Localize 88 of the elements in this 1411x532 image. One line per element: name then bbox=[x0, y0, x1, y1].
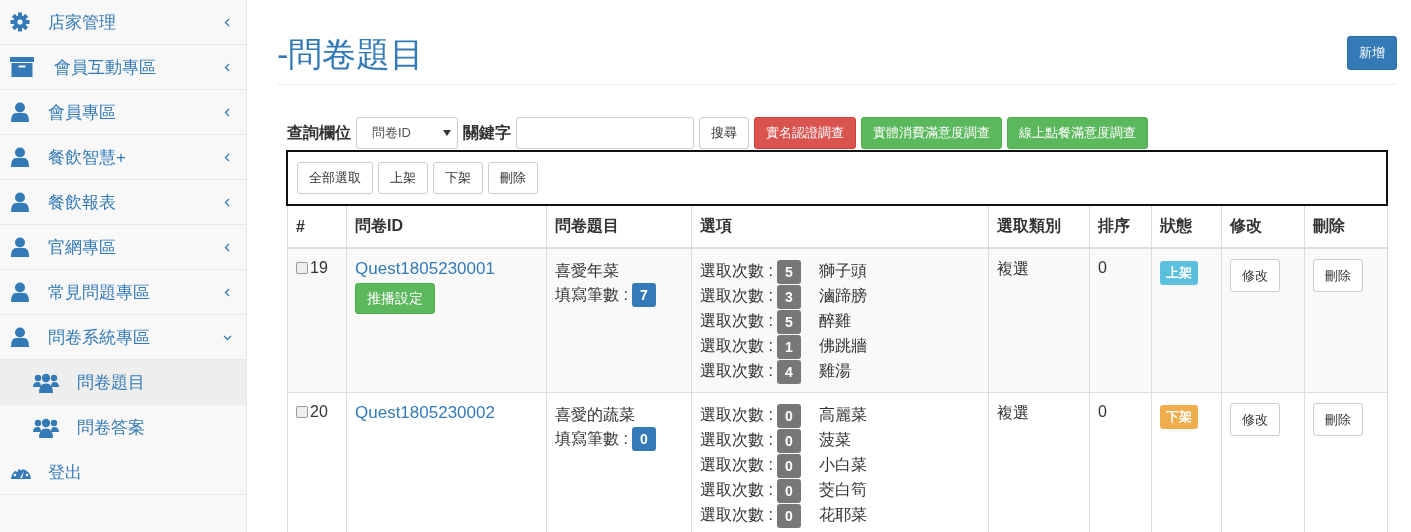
nav-item[interactable]: 官網專區 bbox=[0, 225, 246, 270]
option-count-badge: 3 bbox=[776, 284, 801, 309]
gear-icon bbox=[10, 12, 30, 32]
sort-order: 0 bbox=[1098, 403, 1107, 420]
toolbar-button[interactable]: 上架 bbox=[378, 162, 428, 194]
option-count-label: 選取次數 : bbox=[700, 455, 773, 475]
count-badge: 7 bbox=[631, 283, 656, 307]
count-label: 填寫筆數 : bbox=[555, 428, 628, 449]
row-checkbox[interactable] bbox=[296, 406, 308, 418]
option-count-label: 選取次數 : bbox=[700, 336, 773, 356]
dropdown-icon bbox=[443, 130, 451, 136]
survey-button[interactable]: 線上點餐滿意度調查 bbox=[1007, 117, 1148, 149]
option-name: 菠菜 bbox=[818, 430, 851, 450]
toolbar-button[interactable]: 下架 bbox=[433, 162, 483, 194]
option-name: 醉雞 bbox=[818, 311, 851, 331]
option-count-label: 選取次數 : bbox=[700, 405, 773, 425]
user-icon bbox=[10, 102, 30, 122]
option-name: 高麗菜 bbox=[818, 405, 867, 425]
row-number: 19 bbox=[310, 259, 328, 277]
count-label: 填寫筆數 : bbox=[555, 284, 628, 305]
nav-item[interactable]: 登出 bbox=[0, 450, 246, 495]
field-label: 查詢欄位 bbox=[287, 122, 351, 143]
user-icon bbox=[10, 282, 30, 302]
nav-item[interactable]: 常見問題專區 bbox=[0, 270, 246, 315]
nav-item[interactable]: 店家管理 bbox=[0, 0, 246, 45]
row-number: 20 bbox=[310, 403, 328, 421]
option-count-label: 選取次數 : bbox=[700, 505, 773, 525]
option-count-badge: 0 bbox=[776, 403, 801, 428]
nav-subitem[interactable]: 問卷題目 bbox=[0, 360, 246, 405]
search-button[interactable]: 搜尋 bbox=[699, 117, 749, 149]
option-count-label: 選取次數 : bbox=[700, 261, 773, 281]
row-checkbox[interactable] bbox=[296, 262, 308, 274]
survey-title: 喜愛的蔬菜 bbox=[555, 405, 636, 425]
nav-item[interactable]: 會員互動專區 bbox=[0, 45, 246, 90]
option-name: 雞湯 bbox=[818, 361, 851, 381]
survey-title: 喜愛年菜 bbox=[555, 261, 620, 281]
option-count-badge: 5 bbox=[776, 309, 801, 334]
add-button[interactable]: 新增 bbox=[1347, 36, 1397, 70]
survey-button[interactable]: 實名認證調查 bbox=[754, 117, 856, 149]
nav-subitem[interactable]: 問卷答案 bbox=[0, 405, 246, 450]
user-icon bbox=[10, 237, 30, 257]
toolbar-button[interactable]: 全部選取 bbox=[297, 162, 373, 194]
selection-type: 複選 bbox=[997, 260, 1029, 277]
option-count-label: 選取次數 : bbox=[700, 311, 773, 331]
keyword-label: 關鍵字 bbox=[463, 122, 511, 143]
status-label: 上架 bbox=[1160, 261, 1198, 285]
count-badge: 0 bbox=[631, 427, 656, 451]
sort-order: 0 bbox=[1098, 259, 1107, 276]
page-title: -問卷題目 bbox=[277, 37, 425, 71]
users-icon bbox=[33, 417, 59, 438]
toolbar-button[interactable]: 刪除 bbox=[488, 162, 538, 194]
edit-button[interactable]: 修改 bbox=[1230, 403, 1280, 436]
edit-button[interactable]: 修改 bbox=[1230, 259, 1280, 292]
option-count-badge: 0 bbox=[776, 453, 801, 478]
option-count-label: 選取次數 : bbox=[700, 286, 773, 306]
survey-button[interactable]: 實體消費滿意度調查 bbox=[861, 117, 1002, 149]
keyword-field[interactable] bbox=[516, 117, 694, 149]
archive-icon bbox=[10, 56, 34, 78]
option-count-label: 選取次數 : bbox=[700, 430, 773, 450]
option-count-badge: 4 bbox=[776, 359, 801, 384]
survey-id-link[interactable]: Quest1805230001 bbox=[355, 259, 495, 278]
delete-button[interactable]: 刪除 bbox=[1313, 403, 1363, 436]
option-count-badge: 5 bbox=[776, 259, 801, 284]
field-select[interactable]: 問卷ID bbox=[356, 117, 458, 149]
status-label: 下架 bbox=[1160, 405, 1198, 429]
option-name: 獅子頭 bbox=[818, 261, 867, 281]
push-settings-button[interactable]: 推播設定 bbox=[355, 283, 435, 314]
nav-item[interactable]: 餐飲智慧+ bbox=[0, 135, 246, 180]
survey-id-link[interactable]: Quest1805230002 bbox=[355, 403, 495, 422]
option-count-badge: 0 bbox=[776, 478, 801, 503]
user-icon bbox=[10, 327, 30, 347]
option-count-badge: 0 bbox=[776, 503, 801, 528]
nav-item[interactable]: 餐飲報表 bbox=[0, 180, 246, 225]
users-icon bbox=[33, 372, 59, 393]
user-icon bbox=[10, 147, 30, 167]
option-count-label: 選取次數 : bbox=[700, 361, 773, 381]
option-count-badge: 0 bbox=[776, 428, 801, 453]
selection-type: 複選 bbox=[997, 404, 1029, 421]
option-name: 茭白筍 bbox=[818, 480, 867, 500]
delete-button[interactable]: 刪除 bbox=[1313, 259, 1363, 292]
option-count-label: 選取次數 : bbox=[700, 480, 773, 500]
user-icon bbox=[10, 192, 30, 212]
option-name: 小白菜 bbox=[818, 455, 867, 475]
option-name: 滷蹄膀 bbox=[818, 286, 867, 306]
option-count-badge: 1 bbox=[776, 334, 801, 359]
option-name: 花耶菜 bbox=[818, 505, 867, 525]
nav-item[interactable]: 會員專區 bbox=[0, 90, 246, 135]
option-name: 佛跳牆 bbox=[818, 336, 867, 356]
